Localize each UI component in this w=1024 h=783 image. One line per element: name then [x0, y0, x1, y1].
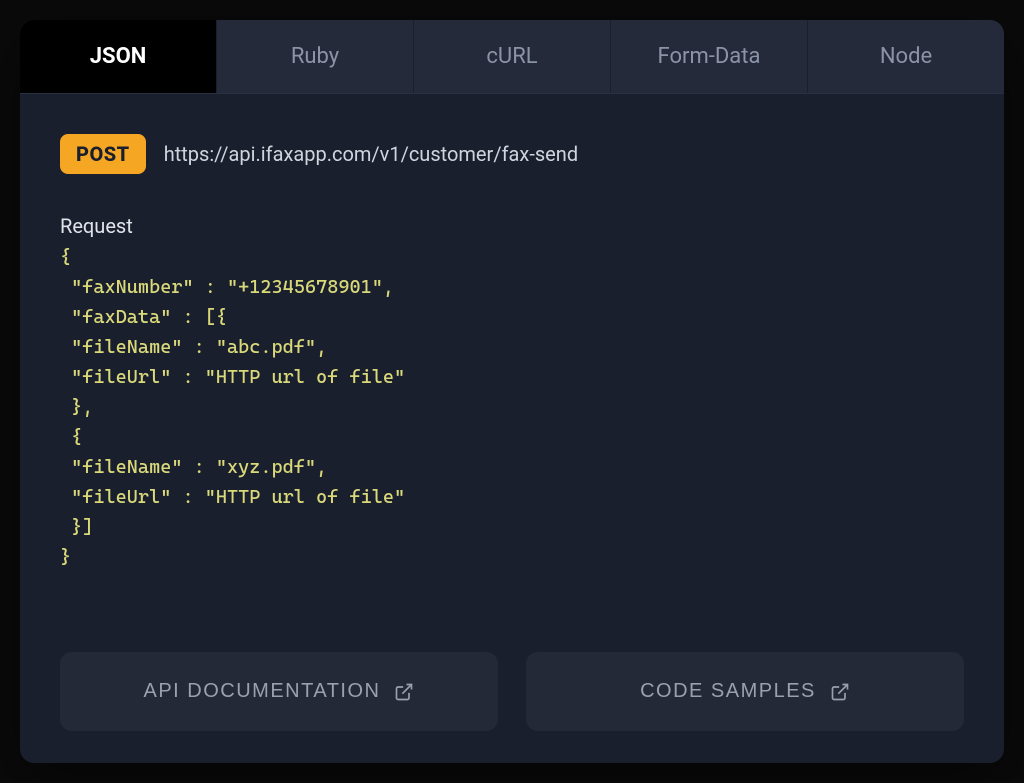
action-buttons: API DOCUMENTATION CODE SAMPLES — [60, 652, 964, 731]
api-docs-label: API DOCUMENTATION — [144, 680, 381, 703]
tab-ruby[interactable]: Ruby — [217, 20, 414, 93]
api-documentation-button[interactable]: API DOCUMENTATION — [60, 652, 498, 731]
endpoint-row: POST https://api.ifaxapp.com/v1/customer… — [60, 134, 964, 174]
http-method-badge: POST — [60, 134, 146, 174]
tab-node[interactable]: Node — [808, 20, 1004, 93]
code-samples-label: CODE SAMPLES — [640, 680, 816, 703]
request-label: Request — [60, 214, 964, 238]
tab-json[interactable]: JSON — [20, 20, 217, 93]
code-samples-button[interactable]: CODE SAMPLES — [526, 652, 964, 731]
external-link-icon — [394, 682, 414, 702]
endpoint-url: https://api.ifaxapp.com/v1/customer/fax-… — [164, 142, 578, 166]
tab-form-data[interactable]: Form-Data — [611, 20, 808, 93]
tab-curl[interactable]: cURL — [414, 20, 611, 93]
content-area: POST https://api.ifaxapp.com/v1/customer… — [20, 94, 1004, 763]
tabs-container: JSON Ruby cURL Form-Data Node — [20, 20, 1004, 94]
external-link-icon — [830, 682, 850, 702]
api-panel: JSON Ruby cURL Form-Data Node POST https… — [20, 20, 1004, 763]
request-body-code: { "faxNumber" : "+12345678901", "faxData… — [60, 242, 964, 572]
